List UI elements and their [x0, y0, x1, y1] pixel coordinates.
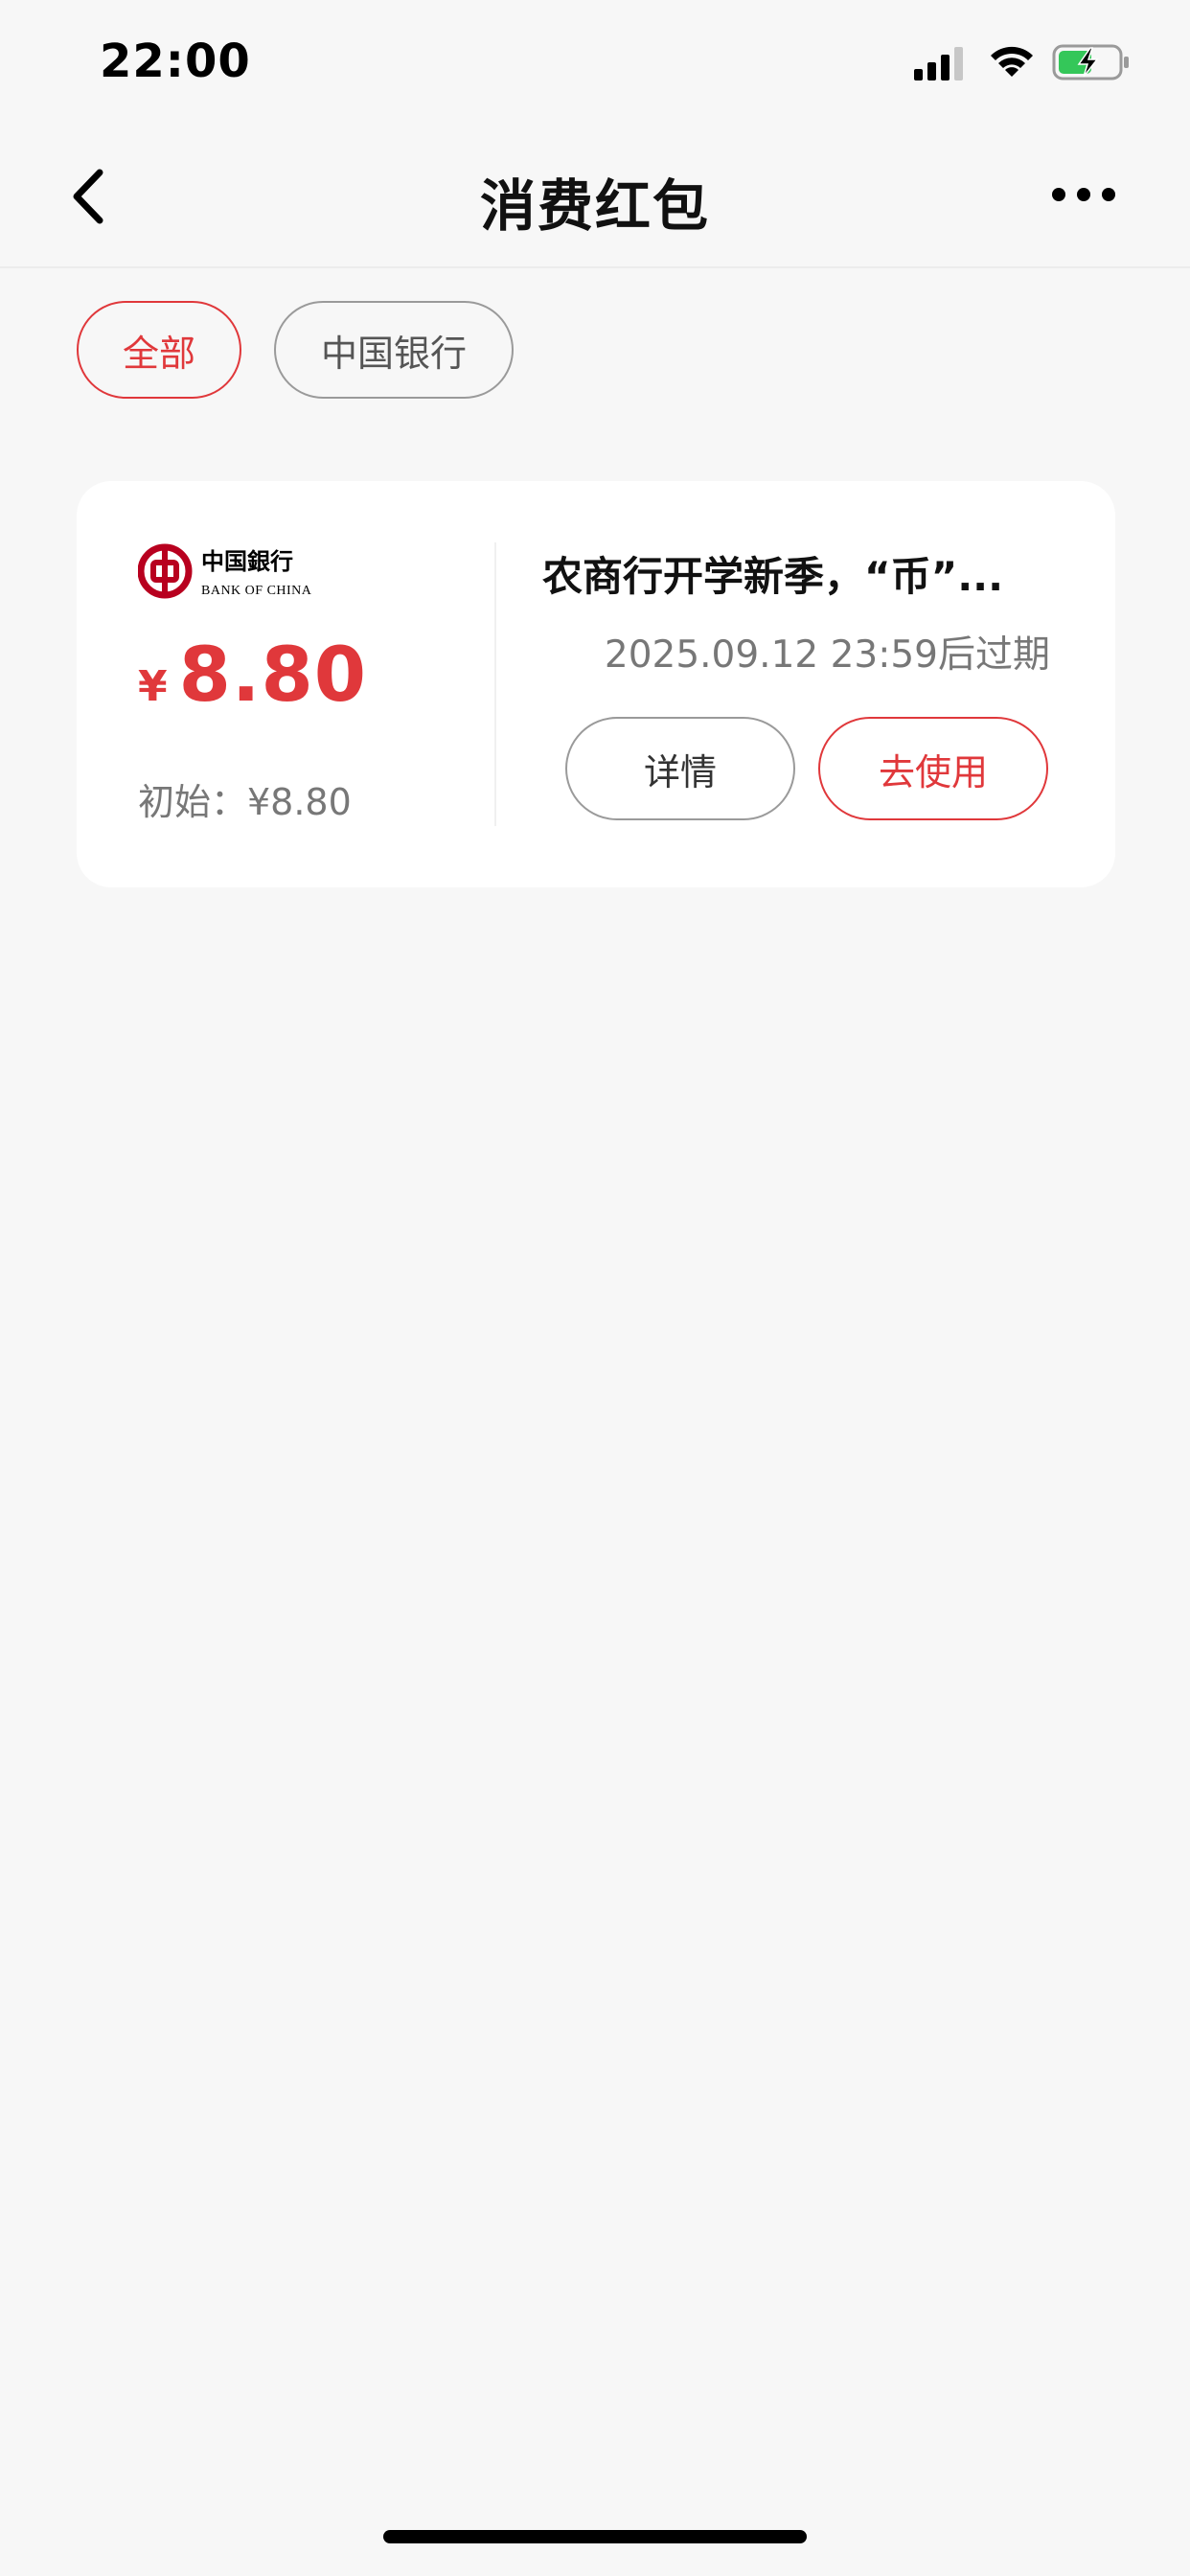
initial-amount: 初始：¥8.80	[138, 781, 352, 823]
filter-chip-bank-of-china[interactable]: 中国银行	[274, 301, 514, 399]
battery-charging-icon	[1052, 44, 1129, 80]
page-title: 消费红包	[479, 173, 710, 239]
card-divider	[494, 542, 496, 826]
home-indicator[interactable]	[383, 2530, 807, 2543]
more-dots-icon[interactable]	[1050, 180, 1117, 209]
coupon-title: 农商行开学新季，“币”...	[542, 553, 1004, 600]
expire-date: 2025.09.12 23:59后过期	[604, 633, 1050, 677]
bank-of-china-logo: 中国銀行 BANK OF CHINA	[138, 543, 312, 599]
detail-button[interactable]: 详情	[565, 717, 795, 820]
coupon-card: 中国銀行 BANK OF CHINA ¥ 8.80 初始：¥8.80 农商行开学…	[77, 481, 1115, 887]
svg-text:BANK OF CHINA: BANK OF CHINA	[201, 584, 312, 598]
amount-value: 8.80	[178, 632, 368, 719]
nav-bar: 消费红包	[0, 126, 1190, 268]
coupon-amount: ¥ 8.80	[138, 632, 367, 719]
svg-text:中国銀行: 中国銀行	[201, 547, 293, 575]
signal-icon	[914, 47, 963, 80]
wifi-icon	[991, 46, 1033, 77]
status-bar: 22:00	[0, 0, 1190, 126]
status-time: 22:00	[100, 34, 251, 88]
screen: 22:00 消费红包 全部 中国银行 中国銀行 BANK OF CHINA ¥ …	[0, 0, 1190, 2576]
currency-symbol: ¥	[138, 662, 168, 711]
filter-chip-all[interactable]: 全部	[77, 301, 241, 399]
use-button[interactable]: 去使用	[818, 717, 1048, 820]
